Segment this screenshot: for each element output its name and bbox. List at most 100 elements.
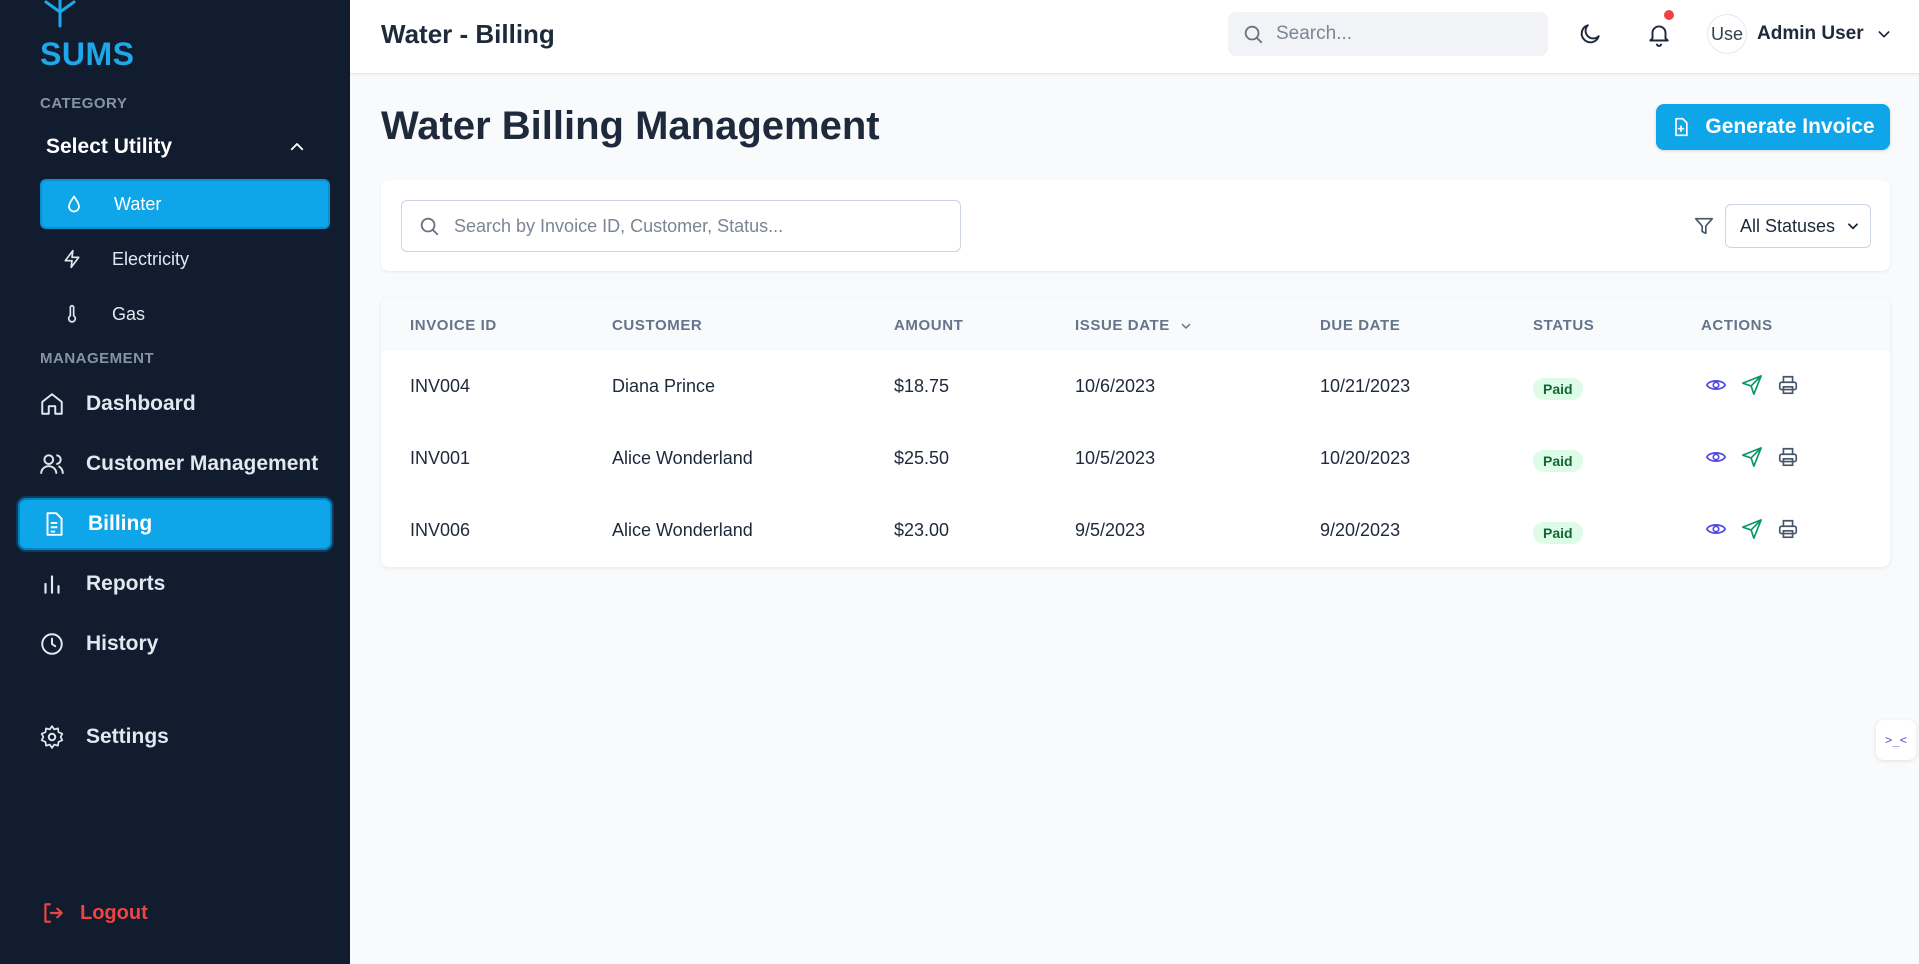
bell-icon <box>1649 25 1669 47</box>
sidebar-item-label: Billing <box>88 512 153 535</box>
print-icon[interactable] <box>1777 374 1799 396</box>
cell-customer: Alice Wonderland <box>612 520 753 540</box>
column-header-actions: ACTIONS <box>1701 317 1773 334</box>
utility-item-gas[interactable]: Gas <box>40 289 330 339</box>
utility-item-label: Gas <box>112 303 146 324</box>
view-eye-icon[interactable] <box>1705 518 1727 540</box>
header-search-box[interactable] <box>1228 12 1548 56</box>
row-actions <box>1705 518 1799 540</box>
status-badge: Paid <box>1533 450 1583 472</box>
invoice-search-box[interactable] <box>401 200 961 252</box>
avatar: Use <box>1707 14 1747 54</box>
header-search-input[interactable] <box>1276 23 1526 45</box>
view-eye-icon[interactable] <box>1705 374 1727 396</box>
top-header: Water - Billing Use Admin User <box>350 0 1919 74</box>
management-label: MANAGEMENT <box>40 350 155 367</box>
generate-invoice-button[interactable]: Generate Invoice <box>1656 104 1890 150</box>
avatar-alt-text: Use <box>1710 23 1743 44</box>
sidebar-item-dashboard[interactable]: Dashboard <box>18 378 332 430</box>
logout-icon <box>40 900 66 926</box>
status-filter-value: All Statuses <box>1740 215 1836 236</box>
notifications-button[interactable] <box>1643 10 1675 50</box>
sidebar-item-reports[interactable]: Reports <box>18 558 332 610</box>
thermometer-icon <box>60 302 84 326</box>
cell-customer: Alice Wonderland <box>612 448 753 468</box>
bar-chart-icon <box>38 570 66 598</box>
cell-invoice-id: INV001 <box>410 448 471 468</box>
search-icon <box>1244 25 1263 44</box>
cell-customer: Diana Prince <box>612 376 716 396</box>
column-header-amount[interactable]: AMOUNT <box>894 317 963 334</box>
send-icon[interactable] <box>1741 518 1763 540</box>
bolt-icon <box>60 247 84 271</box>
row-actions <box>1705 446 1799 468</box>
utility-item-water[interactable]: Water <box>40 179 330 229</box>
sidebar-item-billing[interactable]: Billing <box>18 498 332 550</box>
cell-amount: $25.50 <box>894 448 950 468</box>
sidebar-item-customer-management[interactable]: Customer Management <box>18 438 332 490</box>
gear-icon <box>38 723 66 751</box>
send-icon[interactable] <box>1741 446 1763 468</box>
invoice-search-input[interactable] <box>454 215 934 237</box>
cell-issue-date: 10/5/2023 <box>1075 448 1156 468</box>
logout-label: Logout <box>80 901 148 924</box>
widget-label: >_< <box>1885 733 1907 747</box>
filter-card: All Statuses <box>381 180 1890 271</box>
utility-item-label: Water <box>114 193 162 214</box>
chevron-up-icon <box>290 143 304 151</box>
select-utility-toggle[interactable]: Select Utility <box>40 130 312 164</box>
table-row: INV006 Alice Wonderland $23.00 9/5/2023 … <box>381 495 1890 567</box>
droplet-icon <box>62 192 86 216</box>
category-label: CATEGORY <box>40 95 128 112</box>
sidebar-item-history[interactable]: History <box>18 618 332 670</box>
sidebar-item-label: Dashboard <box>86 392 196 415</box>
status-badge: Paid <box>1533 522 1583 544</box>
utility-item-electricity[interactable]: Electricity <box>40 234 330 284</box>
column-header-label: ISSUE DATE <box>1075 317 1170 334</box>
filter-icon <box>1694 217 1714 235</box>
cell-issue-date: 10/6/2023 <box>1075 376 1156 396</box>
logout-button[interactable]: Logout <box>40 900 148 926</box>
status-filter-select[interactable]: All Statuses <box>1725 204 1871 248</box>
column-header-customer[interactable]: CUSTOMER <box>612 317 702 334</box>
select-utility-label: Select Utility <box>46 135 173 158</box>
chevron-down-icon <box>1848 223 1858 230</box>
home-icon <box>38 390 66 418</box>
column-header-invoice-id[interactable]: INVOICE ID <box>410 317 497 334</box>
floating-widget-button[interactable]: >_< <box>1876 720 1916 760</box>
send-icon[interactable] <box>1741 374 1763 396</box>
column-header-due-date[interactable]: DUE DATE <box>1320 317 1400 334</box>
table-header: INVOICE ID CUSTOMER AMOUNT ISSUE DATE DU… <box>381 297 1890 351</box>
sidebar-item-label: Reports <box>86 572 166 595</box>
user-name: Admin User <box>1757 23 1864 44</box>
status-badge: Paid <box>1533 378 1583 400</box>
column-header-status[interactable]: STATUS <box>1533 317 1594 334</box>
column-header-issue-date[interactable]: ISSUE DATE <box>1075 317 1192 334</box>
chevron-down-icon <box>1878 31 1890 38</box>
cell-invoice-id: INV004 <box>410 376 471 396</box>
view-eye-icon[interactable] <box>1705 446 1727 468</box>
moon-icon <box>1580 24 1600 44</box>
sidebar-item-settings[interactable]: Settings <box>18 711 332 763</box>
sidebar-item-label: Settings <box>86 725 169 748</box>
user-menu[interactable]: Use Admin User <box>1707 14 1892 54</box>
notification-dot <box>1664 10 1674 20</box>
sidebar: SUMS CATEGORY Select Utility Water Elect… <box>0 0 350 964</box>
page-title: Water Billing Management <box>381 104 880 148</box>
print-icon[interactable] <box>1777 518 1799 540</box>
print-icon[interactable] <box>1777 446 1799 468</box>
file-plus-icon <box>1671 116 1691 138</box>
search-icon <box>420 217 439 236</box>
theme-toggle-button[interactable] <box>1574 18 1606 50</box>
cell-due-date: 9/20/2023 <box>1320 520 1401 540</box>
utility-item-label: Electricity <box>112 248 190 269</box>
brand-logo-text: SUMS <box>40 36 135 72</box>
table-row: INV001 Alice Wonderland $25.50 10/5/2023… <box>381 423 1890 495</box>
logo-icon <box>44 0 76 28</box>
table-row: INV004 Diana Prince $18.75 10/6/2023 10/… <box>381 351 1890 423</box>
cell-amount: $23.00 <box>894 520 950 540</box>
cell-due-date: 10/20/2023 <box>1320 448 1411 468</box>
sidebar-item-label: Customer Management <box>86 452 319 475</box>
cell-amount: $18.75 <box>894 376 950 396</box>
cell-due-date: 10/21/2023 <box>1320 376 1411 396</box>
